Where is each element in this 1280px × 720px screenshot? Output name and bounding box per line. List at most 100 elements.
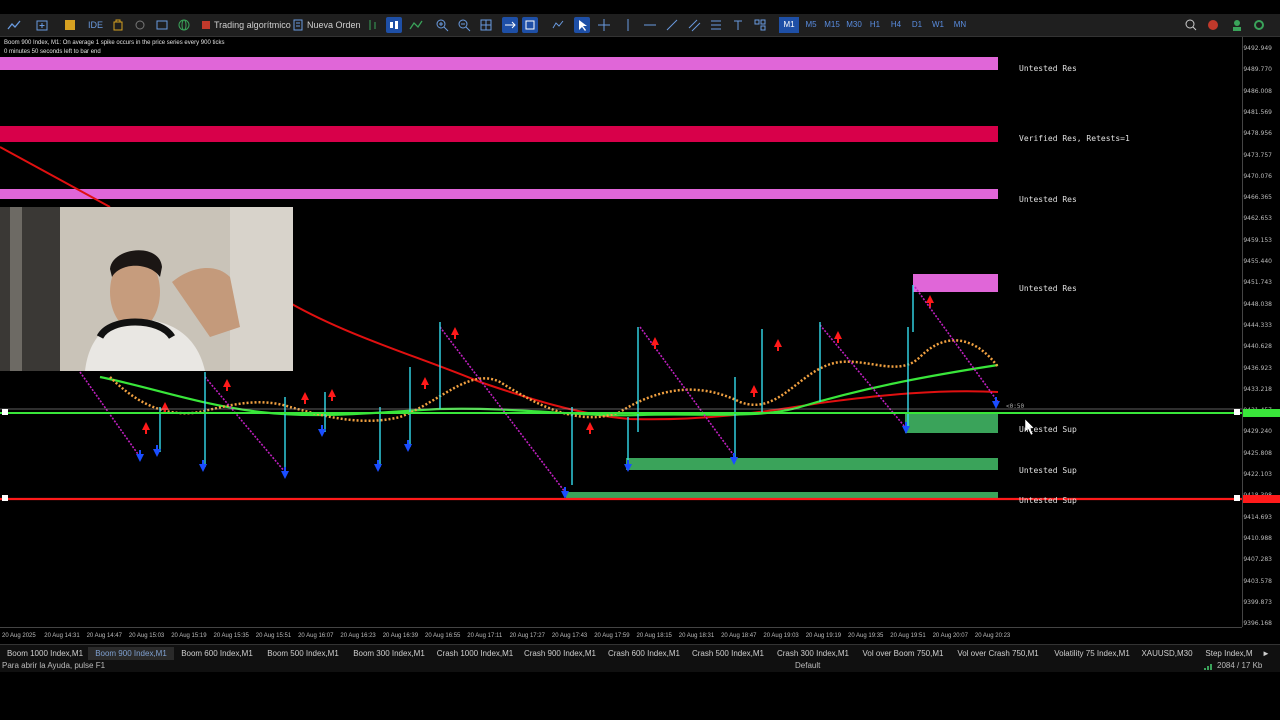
bar-countdown-marker: <0:50 xyxy=(1006,403,1025,410)
timeframe-mn[interactable]: MN xyxy=(950,17,970,33)
price-label: 9433.218 xyxy=(1243,385,1272,393)
time-label: 20 Aug 16:39 xyxy=(382,633,419,639)
current-price-box xyxy=(1243,409,1280,417)
profile-name[interactable]: Default xyxy=(795,661,820,670)
settings-icon[interactable] xyxy=(1251,17,1267,33)
time-label: 20 Aug 17:11 xyxy=(467,633,503,639)
time-label: 20 Aug 19:19 xyxy=(805,633,842,639)
crosshair-icon[interactable] xyxy=(596,17,612,33)
symbol-tab[interactable]: Vol over Crash 750,M1 xyxy=(950,647,1046,660)
price-label: 9429.240 xyxy=(1243,428,1272,436)
symbol-tab[interactable]: Crash 1000 Index,M1 xyxy=(432,647,518,660)
price-label: 9410.988 xyxy=(1243,534,1272,542)
new-order-button[interactable]: Nueva Orden xyxy=(307,17,361,33)
time-axis[interactable]: 20 Aug 2025 20 Aug 14:31 20 Aug 14:47 20 Au… xyxy=(0,627,1242,644)
candles-icon[interactable] xyxy=(386,17,402,33)
price-label: 9455.440 xyxy=(1243,258,1272,265)
depth-icon[interactable] xyxy=(366,17,382,33)
symbol-tab[interactable]: Boom 900 Index,M1 xyxy=(88,647,174,660)
price-chart[interactable]: Untested Res Verified Res, Retests=1 Unt… xyxy=(0,37,1242,627)
traffic-counter: 2084 / 17 Kb xyxy=(1217,661,1263,670)
price-label: 9473.757 xyxy=(1243,151,1272,159)
autoscroll-icon[interactable] xyxy=(502,17,518,33)
timeframe-h4[interactable]: H4 xyxy=(886,17,906,33)
globe-icon[interactable] xyxy=(176,17,192,33)
ide-button[interactable]: IDE xyxy=(88,17,103,33)
new-order-icon[interactable] xyxy=(290,17,306,33)
zone-label-sup-3: Untested Sup xyxy=(1019,496,1077,505)
symbol-tabs: Boom 1000 Index,M1 Boom 900 Index,M1 Boom … xyxy=(0,644,1280,661)
symbol-tab[interactable]: Vol over Boom 750,M1 xyxy=(856,647,950,660)
timeframe-w1[interactable]: W1 xyxy=(928,17,948,33)
search-icon[interactable] xyxy=(1183,17,1199,33)
symbol-tab[interactable]: Boom 1000 Index,M1 xyxy=(2,647,88,660)
price-label: 9462.653 xyxy=(1243,215,1272,223)
symbol-tab[interactable]: Boom 600 Index,M1 xyxy=(174,647,260,660)
channel-icon[interactable] xyxy=(686,17,702,33)
market-icon[interactable] xyxy=(110,17,126,33)
cursor-icon[interactable] xyxy=(574,17,590,33)
tabs-scroll-right-icon[interactable]: ► xyxy=(1262,647,1276,660)
price-label: 9440.628 xyxy=(1243,343,1272,351)
profiles-icon[interactable] xyxy=(62,17,78,33)
price-label: 9396.168 xyxy=(1243,620,1272,628)
chart-shift-icon[interactable] xyxy=(522,17,538,33)
tile-windows-icon[interactable] xyxy=(478,17,494,33)
price-label: 9481.569 xyxy=(1243,108,1272,116)
algo-trading-button[interactable]: Trading algorítmico xyxy=(214,17,291,33)
notifications-icon[interactable] xyxy=(1205,17,1221,33)
shapes-icon[interactable] xyxy=(752,17,768,33)
time-label: 20 Aug 18:15 xyxy=(636,633,672,639)
indicators-icon[interactable] xyxy=(550,17,566,33)
price-label: 9489.770 xyxy=(1243,66,1272,74)
text-tool-icon[interactable] xyxy=(730,17,746,33)
symbol-tab[interactable]: Volatility 75 Index,M1 xyxy=(1046,647,1138,660)
price-label: 9422.103 xyxy=(1243,471,1272,478)
time-label: 20 Aug 20:07 xyxy=(932,633,968,639)
symbol-tab[interactable]: Boom 300 Index,M1 xyxy=(346,647,432,660)
new-chart-icon[interactable] xyxy=(34,17,50,33)
account-icon[interactable] xyxy=(1229,17,1245,33)
zoom-out-icon[interactable] xyxy=(456,17,472,33)
time-label: 20 Aug 18:47 xyxy=(721,633,757,639)
line-handle-left xyxy=(2,409,8,415)
symbol-tab[interactable]: Crash 500 Index,M1 xyxy=(686,647,770,660)
timeframe-m15[interactable]: M15 xyxy=(822,17,842,33)
line-chart-icon[interactable] xyxy=(408,17,424,33)
symbol-tab[interactable]: XAUUSD,M30 xyxy=(1138,647,1196,660)
symbol-tab[interactable]: Boom 500 Index,M1 xyxy=(260,647,346,660)
time-label: 20 Aug 2025 xyxy=(2,633,36,639)
symbol-tab[interactable]: Crash 300 Index,M1 xyxy=(770,647,856,660)
horizontal-line-icon[interactable] xyxy=(642,17,658,33)
price-label: 9403.578 xyxy=(1243,577,1272,585)
timeframe-m5[interactable]: M5 xyxy=(801,17,821,33)
algo-trading-icon[interactable] xyxy=(198,17,214,33)
timeframe-m1[interactable]: M1 xyxy=(779,17,799,33)
timeframe-h1[interactable]: H1 xyxy=(865,17,885,33)
price-label: 9451.743 xyxy=(1243,279,1272,287)
resistance-zone-4 xyxy=(913,274,998,292)
timeframe-d1[interactable]: D1 xyxy=(907,17,927,33)
symbol-tab[interactable]: Crash 600 Index,M1 xyxy=(602,647,686,660)
zoom-in-icon[interactable] xyxy=(434,17,450,33)
fibonacci-icon[interactable] xyxy=(708,17,724,33)
time-label: 20 Aug 16:07 xyxy=(298,633,334,639)
main-toolbar: IDE Trading algorítmico Nueva Orden M1 M… xyxy=(0,14,1280,37)
chart-type-icon[interactable] xyxy=(6,17,22,33)
signals-icon[interactable] xyxy=(132,17,148,33)
price-label: 9492.949 xyxy=(1243,45,1272,52)
price-scale[interactable]: 9492.949 9489.770 9486.008 9481.569 9478.956… xyxy=(1242,37,1280,627)
zone-label-res-2: Verified Res, Retests=1 xyxy=(1019,134,1130,143)
vps-icon[interactable] xyxy=(154,17,170,33)
resistance-zone-2 xyxy=(0,126,998,142)
timeframe-m30[interactable]: M30 xyxy=(844,17,864,33)
vertical-line-icon[interactable] xyxy=(620,17,636,33)
price-label: 9444.333 xyxy=(1243,321,1272,329)
time-label: 20 Aug 20:23 xyxy=(974,633,1011,639)
symbol-tab[interactable]: Step Index,M xyxy=(1196,647,1262,660)
symbol-tab[interactable]: Crash 900 Index,M1 xyxy=(518,647,602,660)
ma-red-main xyxy=(289,302,999,421)
trendline-icon[interactable] xyxy=(664,17,680,33)
zone-label-res-1: Untested Res xyxy=(1019,64,1077,73)
zone-label-res-3: Untested Res xyxy=(1019,195,1077,204)
